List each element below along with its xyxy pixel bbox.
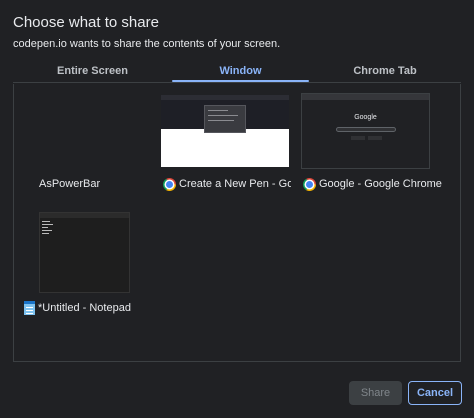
tab-strip: Entire Screen Window Chrome Tab [13, 60, 461, 82]
tabs-divider [13, 82, 461, 83]
dialog-title: Choose what to share [13, 14, 159, 31]
window-label-row-google[interactable]: Google - Google Chrome [303, 176, 442, 192]
window-thumbnail-codepen[interactable] [161, 95, 289, 167]
tab-entire-screen[interactable]: Entire Screen [13, 60, 172, 82]
chrome-icon [163, 177, 176, 191]
window-thumbnail-google[interactable]: Google [301, 93, 430, 169]
window-thumbnail-notepad[interactable] [39, 212, 130, 293]
selected-tab-indicator [172, 80, 309, 82]
window-item-codepen[interactable] [14, 84, 15, 85]
window-label: AsPowerBar [39, 178, 101, 190]
cancel-button[interactable]: Cancel [408, 381, 462, 405]
window-label-row-codepen[interactable]: Create a New Pen - Goo [163, 176, 291, 192]
window-label-row-notepad[interactable]: *Untitled - Notepad [24, 300, 131, 316]
notepad-icon [24, 301, 35, 315]
tab-chrome-tab[interactable]: Chrome Tab [309, 60, 461, 82]
chrome-icon [303, 177, 316, 191]
share-button[interactable]: Share [349, 381, 402, 405]
window-label: Create a New Pen - Goo [179, 178, 291, 190]
tab-window[interactable]: Window [172, 60, 309, 82]
window-list: AsPowerBar Create a New Pen - Goo Google [13, 84, 461, 362]
dialog-subtitle: codepen.io wants to share the contents o… [13, 38, 281, 50]
window-label: *Untitled - Notepad [38, 302, 131, 314]
window-label: Google - Google Chrome [319, 178, 442, 190]
share-dialog: Choose what to share codepen.io wants to… [0, 0, 474, 418]
google-logo: Google [354, 114, 377, 121]
window-item-aspowerbar[interactable]: AsPowerBar [14, 84, 154, 194]
